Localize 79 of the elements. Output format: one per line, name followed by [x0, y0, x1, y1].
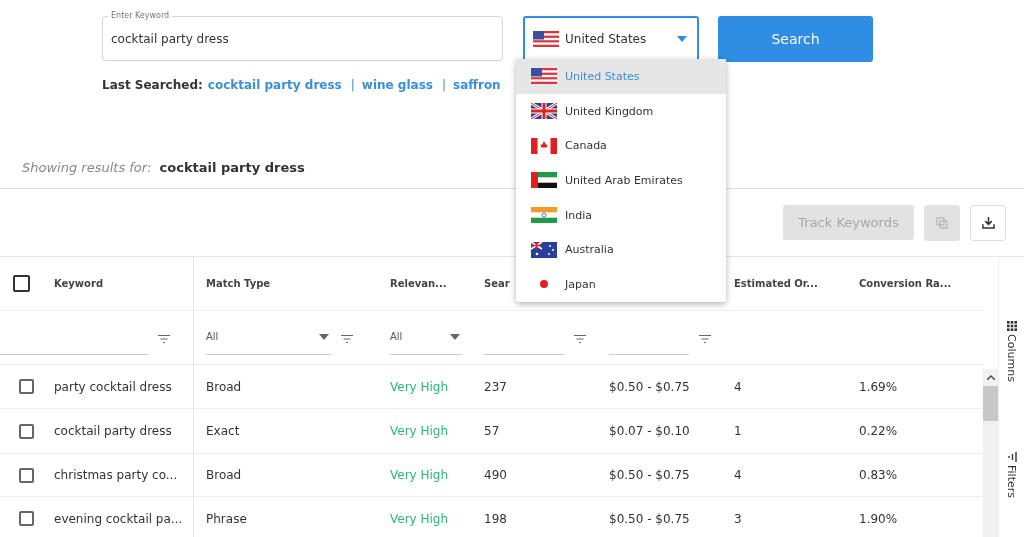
filter-dropdown[interactable]: All: [390, 331, 462, 355]
table-cell: christmas party co...: [54, 468, 178, 482]
table-cell: 490: [484, 468, 507, 482]
separator: |: [441, 78, 446, 92]
table-cell: Exact: [206, 424, 240, 438]
table-cell: $0.50 - $0.75: [609, 511, 690, 526]
country-option[interactable]: Japan: [516, 267, 726, 302]
country-select[interactable]: United States: [523, 16, 699, 62]
table-cell: Very High: [390, 379, 449, 394]
column-header[interactable]: Relevan...: [390, 278, 447, 289]
flag-icon: [531, 137, 557, 154]
country-option[interactable]: Canada: [516, 128, 726, 164]
row-checkbox[interactable]: [19, 379, 34, 394]
filter-value: All: [206, 331, 219, 344]
row-checkbox[interactable]: [19, 467, 34, 483]
table-cell: 1: [734, 424, 742, 438]
filters-panel-tab[interactable]: Filters: [1005, 451, 1018, 498]
table-cell: 0.22%: [859, 424, 898, 438]
filter-icon[interactable]: [341, 335, 353, 343]
results-query: cocktail party dress: [159, 160, 305, 175]
columns-panel-tab[interactable]: Columns: [1005, 321, 1018, 382]
filter-icon[interactable]: [158, 335, 170, 343]
filter-value: All: [390, 331, 403, 344]
table-cell: 198: [484, 511, 507, 526]
download-icon: [981, 216, 995, 229]
filter-icon[interactable]: [574, 335, 586, 343]
table-cell: 4: [734, 468, 742, 482]
country-option[interactable]: India: [516, 197, 726, 233]
column-header[interactable]: Sear: [484, 278, 510, 289]
table-cell: 4: [734, 379, 742, 394]
flag-icon: [531, 207, 557, 224]
table-cell: Very High: [390, 424, 449, 438]
table-cell: $0.50 - $0.75: [609, 468, 690, 482]
scroll-up-icon[interactable]: [986, 375, 995, 380]
filter-icon[interactable]: [699, 335, 711, 343]
column-header[interactable]: Match Type: [206, 278, 271, 289]
column-header[interactable]: Conversion Ra...: [859, 278, 952, 289]
table-cell: Very High: [390, 511, 449, 526]
table-cell: Broad: [206, 379, 242, 394]
filter-dropdown[interactable]: All: [206, 331, 331, 355]
flag-icon: [531, 68, 557, 85]
table-cell: Very High: [390, 468, 449, 482]
filter-icon: [1006, 451, 1017, 462]
last-searched-label: Last Searched:: [102, 78, 203, 92]
select-all-checkbox[interactable]: [13, 275, 30, 292]
column-header[interactable]: Keyword: [54, 278, 104, 289]
table-cell: Broad: [206, 468, 242, 482]
table-cell: $0.07 - $0.10: [609, 424, 690, 438]
table-cell: 1.90%: [859, 511, 898, 526]
flag-icon: [531, 241, 557, 258]
scroll-thumb[interactable]: [983, 386, 998, 421]
copy-icon: [936, 216, 948, 229]
results-label: Showing results for:: [22, 160, 152, 175]
caret-icon: [319, 334, 329, 340]
table-cell: cocktail party dress: [54, 424, 172, 438]
table-cell: Phrase: [206, 511, 247, 526]
table-cell: party cocktail dress: [54, 379, 172, 394]
field-label: Enter Keyword: [108, 11, 173, 21]
caret-icon: [450, 334, 460, 340]
table-cell: 237: [484, 379, 507, 394]
column-header[interactable]: Estimated Or...: [734, 278, 818, 289]
table-cell: evening cocktail pa...: [54, 511, 183, 526]
table-cell: 57: [484, 424, 500, 438]
table-cell: 1.69%: [859, 379, 898, 394]
flag-icon: [533, 31, 559, 47]
table-cell: $0.50 - $0.75: [609, 379, 690, 394]
download-button[interactable]: [970, 204, 1006, 241]
flag-icon: [531, 103, 557, 120]
separator: |: [350, 78, 355, 92]
table-cell: 3: [734, 511, 742, 526]
caret-icon: [677, 36, 687, 42]
row-checkbox[interactable]: [19, 511, 34, 526]
row-checkbox[interactable]: [19, 423, 34, 439]
country-option[interactable]: United Arab Emirates: [516, 163, 726, 198]
table-cell: 0.83%: [859, 468, 898, 482]
country-option[interactable]: Australia: [516, 232, 726, 268]
flag-icon: [531, 172, 557, 189]
grid-icon: [1006, 321, 1017, 331]
country-option[interactable]: United Kingdom: [516, 93, 726, 129]
